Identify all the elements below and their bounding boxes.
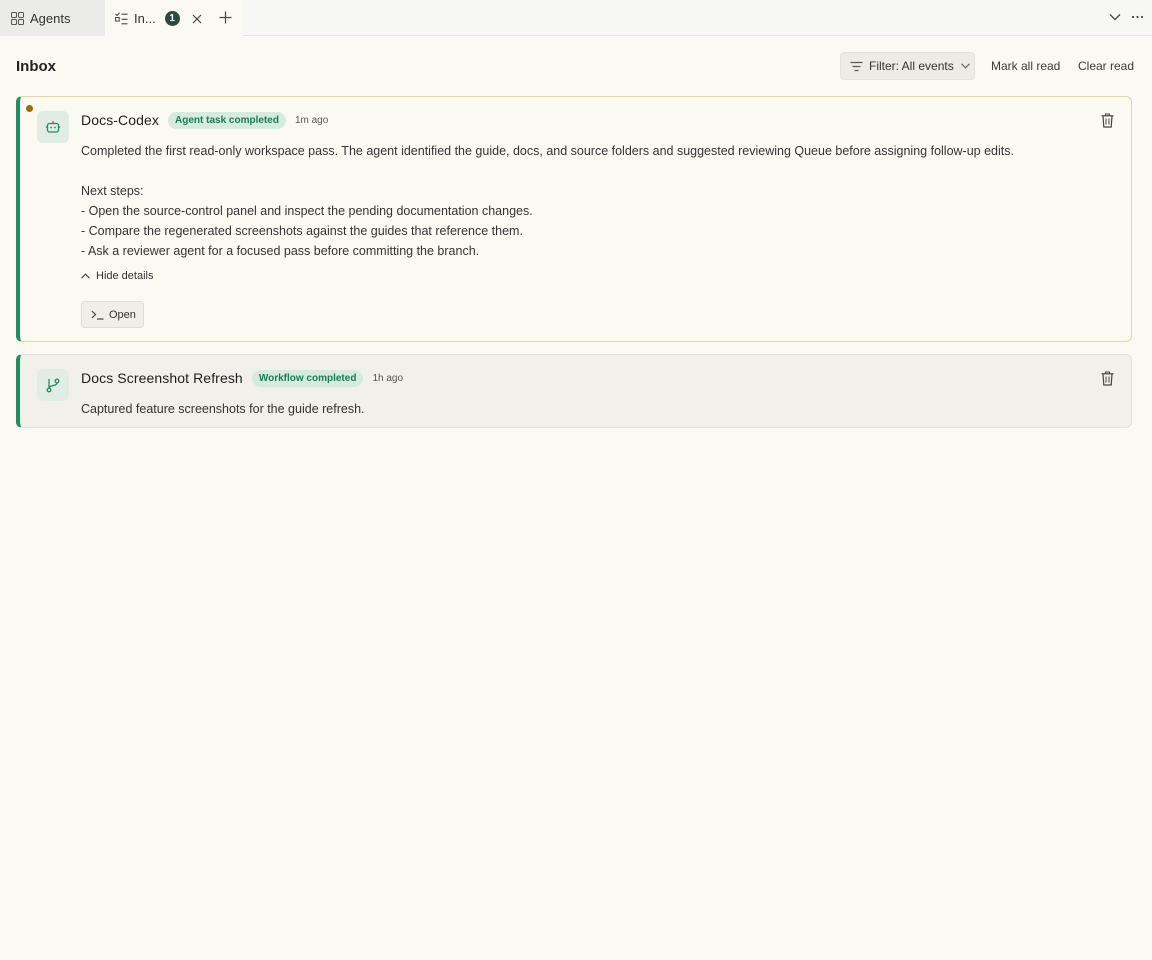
filter-icon — [850, 61, 863, 71]
body-line: Captured feature screenshots for the gui… — [81, 402, 365, 416]
open-button[interactable]: Open — [81, 301, 144, 328]
timestamp: 1m ago — [294, 114, 329, 126]
close-icon[interactable] — [192, 14, 202, 24]
unread-count-badge: 1 — [164, 11, 180, 26]
chevron-down-icon[interactable] — [1109, 12, 1121, 22]
body-line: - Open the source-control panel and insp… — [81, 204, 533, 218]
workflow-branch-icon — [46, 378, 60, 393]
card-title: Docs-Codex — [81, 112, 160, 128]
inbox-item[interactable]: Docs Screenshot Refresh Workflow complet… — [16, 354, 1132, 428]
robot-icon — [45, 121, 61, 133]
clear-read-button[interactable]: Clear read — [1078, 59, 1134, 73]
tab-agents[interactable]: Agents — [0, 0, 105, 36]
chevron-up-icon — [81, 273, 90, 279]
avatar — [37, 369, 69, 401]
timestamp: 1h ago — [372, 372, 404, 384]
trash-icon[interactable] — [1101, 113, 1114, 128]
page-title: Inbox — [16, 58, 56, 75]
hide-details-toggle[interactable]: Hide details — [81, 270, 153, 282]
card-body: Completed the first read-only workspace … — [81, 141, 1111, 261]
more-icon[interactable] — [1131, 12, 1144, 22]
body-line: Completed the first read-only workspace … — [81, 144, 1014, 158]
body-line: - Compare the regenerated screenshots ag… — [81, 224, 523, 238]
card-body: Captured feature screenshots for the gui… — [81, 399, 1111, 419]
trash-icon[interactable] — [1101, 371, 1114, 386]
filter-button[interactable]: Filter: All events — [840, 52, 975, 80]
filter-label: Filter: All events — [869, 59, 954, 73]
status-badge: Workflow completed — [251, 369, 364, 387]
card-title: Docs Screenshot Refresh — [81, 370, 243, 386]
tab-bar: Agents In... 1 — [0, 0, 1152, 37]
grid-icon — [11, 11, 24, 25]
status-badge: Agent task completed — [168, 111, 286, 129]
hide-details-label: Hide details — [96, 270, 154, 282]
tab-agents-label: Agents — [30, 10, 71, 26]
card-header: Docs-Codex Agent task completed 1m ago — [81, 110, 328, 130]
tab-inbox-label: In... — [134, 11, 156, 26]
inbox-item[interactable]: Docs-Codex Agent task completed 1m ago C… — [16, 96, 1132, 342]
terminal-icon — [91, 310, 104, 320]
body-line: Next steps: — [81, 184, 144, 198]
checklist-icon — [115, 12, 128, 25]
avatar — [37, 111, 69, 143]
open-label: Open — [109, 308, 136, 321]
plus-icon[interactable] — [219, 11, 232, 24]
unread-indicator — [26, 105, 33, 112]
body-line: - Ask a reviewer agent for a focused pas… — [81, 244, 480, 258]
mark-all-read-button[interactable]: Mark all read — [991, 59, 1060, 73]
card-header: Docs Screenshot Refresh Workflow complet… — [81, 368, 403, 388]
chevron-down-icon — [960, 63, 970, 69]
